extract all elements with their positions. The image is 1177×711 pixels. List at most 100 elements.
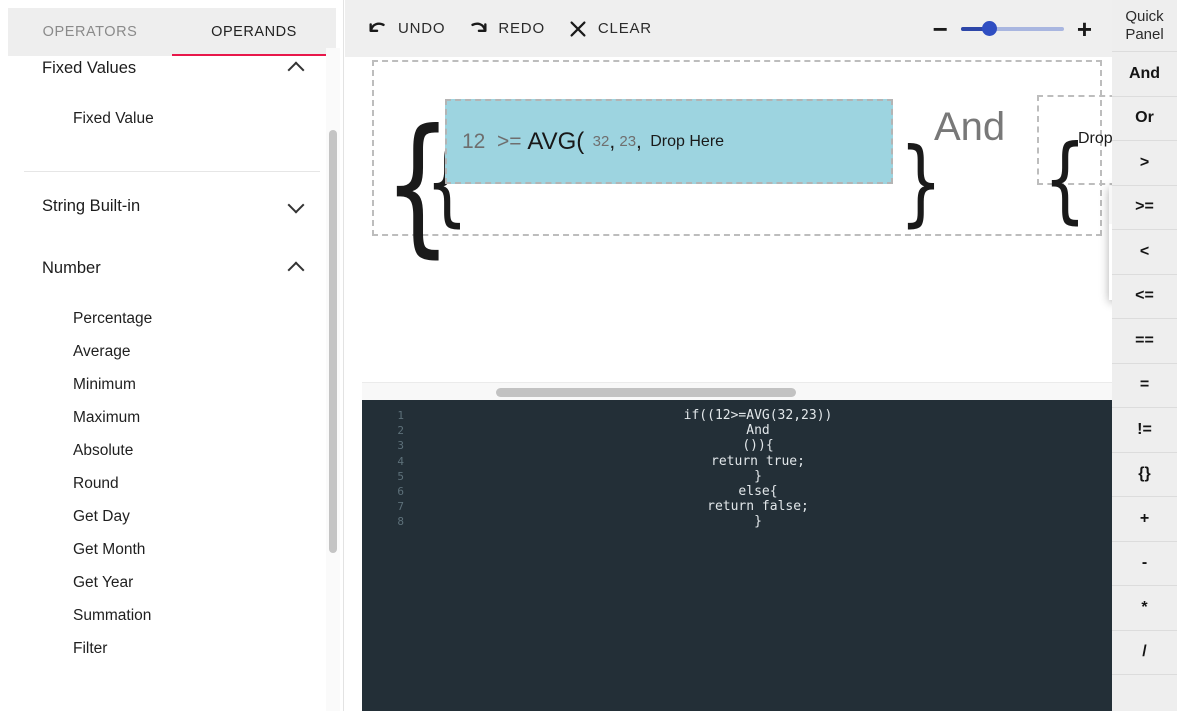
sidebar-group-number[interactable]: Number [0,248,344,288]
sidebar-item-label: Get Year [73,573,134,591]
sidebar-item-round[interactable]: Round [0,467,344,500]
sidebar-item-filter[interactable]: Filter [0,632,344,665]
expression-canvas[interactable]: { { 12 >= AVG( 32 , 23 , Drop Here { And… [362,57,1112,382]
sidebar-item-label: Get Day [73,507,130,525]
expression-row-selected[interactable]: 12 >= AVG( 32 , 23 , Drop Here [445,99,893,184]
sidebar-group-fixed-values[interactable]: Fixed Values [0,48,344,88]
quick-panel-item-label: Or [1135,109,1154,127]
sidebar-item-percentage[interactable]: Percentage [0,302,344,335]
canvas-horizontal-scrollbar[interactable] [362,382,1112,400]
line-number: 2 [397,424,404,438]
quick-panel-item-gte[interactable]: >= [1112,184,1177,230]
code-line: return true; [711,453,805,469]
quick-panel-item-label: != [1137,420,1152,438]
quick-panel-item-label: >= [1135,198,1154,216]
chevron-up-icon [288,260,304,276]
group-context-menu: COPY GROUP DELETE GROUP PASTE GROUP [1109,186,1112,300]
redo-button[interactable]: REDO [467,18,545,40]
sidebar-scroll-area[interactable]: Fixed Values Fixed Value String Built-in… [0,48,344,711]
canvas-scroll-thumb[interactable] [496,388,796,397]
token-function-avg[interactable]: AVG( [527,128,584,156]
quick-panel-item-label: = [1139,376,1150,394]
sidebar-item-get-month[interactable]: Get Month [0,533,344,566]
sidebar-item-get-day[interactable]: Get Day [0,500,344,533]
redo-label: REDO [498,20,545,37]
quick-panel-item-label: {} [1138,465,1151,483]
sidebar-group-fixed-values-label: Fixed Values [42,58,137,77]
code-line: else{ [738,484,778,500]
sidebar-item-fixed-value[interactable]: Fixed Value [0,102,344,135]
quick-panel-item-label: And [1128,64,1161,82]
sidebar-group-string-built-in[interactable]: String Built-in [0,186,344,226]
quick-panel: Quick Panel And Or > >= < <= == = != {} … [1112,0,1177,711]
sidebar-item-label: Minimum [73,375,136,393]
quick-panel-item-and[interactable]: And [1112,51,1177,96]
code-line: return false; [707,499,809,515]
zoom-slider[interactable] [960,21,1064,36]
sidebar-scroll-thumb[interactable] [329,130,337,553]
sidebar-item-get-year[interactable]: Get Year [0,566,344,599]
quick-panel-item-or[interactable]: Or [1112,95,1177,141]
sidebar-vertical-scrollbar[interactable] [326,48,340,711]
quick-panel-item-label: == [1135,331,1154,349]
conjunction-and-label[interactable]: And [934,105,1005,150]
sidebar-item-label: Average [73,342,131,360]
undo-button[interactable]: UNDO [367,18,445,40]
quick-panel-item-plus[interactable]: + [1112,496,1177,541]
quick-panel-item-divide[interactable]: / [1112,629,1177,675]
quick-panel-item-neq[interactable]: != [1112,407,1177,452]
context-menu-item-paste-group[interactable]: PASTE GROUP [1109,262,1112,300]
quick-panel-item-lte[interactable]: <= [1112,273,1177,319]
sidebar-item-label: Get Month [73,540,146,558]
sidebar-item-minimum[interactable]: Minimum [0,368,344,401]
quick-panel-title-line2: Panel [1125,25,1164,43]
sidebar-item-label: Filter [73,639,108,657]
quick-panel-item-gt[interactable]: > [1112,140,1177,185]
sidebar-item-average[interactable]: Average [0,335,344,368]
quick-panel-item-empty [1112,674,1177,711]
token-arg-23[interactable]: 23 [619,133,636,150]
sidebar-group-string-built-in-label: String Built-in [42,196,141,215]
zoom-out-button[interactable]: − [933,16,948,42]
quick-panel-item-label: * [1141,598,1148,616]
sidebar-item-summation[interactable]: Summation [0,599,344,632]
toolbar: UNDO REDO CLEAR − + [345,0,1112,57]
quick-panel-item-eq[interactable]: = [1112,362,1177,408]
quick-panel-item-lt[interactable]: < [1112,229,1177,274]
token-arg-32[interactable]: 32 [593,133,610,150]
quick-panel-item-label: > [1139,153,1150,171]
quick-panel-item-label: < [1139,242,1150,260]
zoom-slider-thumb[interactable] [982,21,998,36]
context-menu-item-delete-group[interactable]: DELETE GROUP [1109,224,1112,262]
second-group-drop-here-placeholder[interactable]: Drop Here [1078,130,1112,148]
zoom-in-button[interactable]: + [1077,16,1092,42]
clear-button[interactable]: CLEAR [567,18,652,40]
context-menu-item-copy-group[interactable]: COPY GROUP [1109,186,1112,224]
undo-label: UNDO [398,20,446,37]
quick-panel-item-braces[interactable]: {} [1112,451,1177,497]
quick-panel-item-eqeq[interactable]: == [1112,318,1177,363]
sidebar-item-absolute[interactable]: Absolute [0,434,344,467]
sidebar-group-number-label: Number [42,258,101,277]
quick-panel-item-multiply[interactable]: * [1112,585,1177,630]
chevron-down-icon [288,198,304,214]
quick-panel-item-label: <= [1135,287,1154,305]
quick-panel-item-label: - [1141,554,1148,572]
sidebar-item-label: Summation [73,606,152,624]
sidebar: OPERATORS OPERANDS Fixed Values Fixed Va… [0,0,344,711]
token-number-12[interactable]: 12 [462,130,485,154]
generated-code-panel[interactable]: 1 2 3 4 5 6 7 8 if((12>=AVG(32,23)) And … [362,400,1112,711]
quick-panel-item-label: + [1139,509,1150,527]
line-number: 8 [397,515,404,529]
token-operator-gte[interactable]: >= [497,130,522,154]
tab-operators-label: OPERATORS [42,24,138,40]
sidebar-item-label: Fixed Value [73,109,154,127]
token-drop-here-placeholder[interactable]: Drop Here [650,133,724,151]
quick-panel-item-minus[interactable]: - [1112,540,1177,586]
line-number: 6 [397,485,404,499]
sidebar-divider [24,171,320,172]
sidebar-item-maximum[interactable]: Maximum [0,401,344,434]
